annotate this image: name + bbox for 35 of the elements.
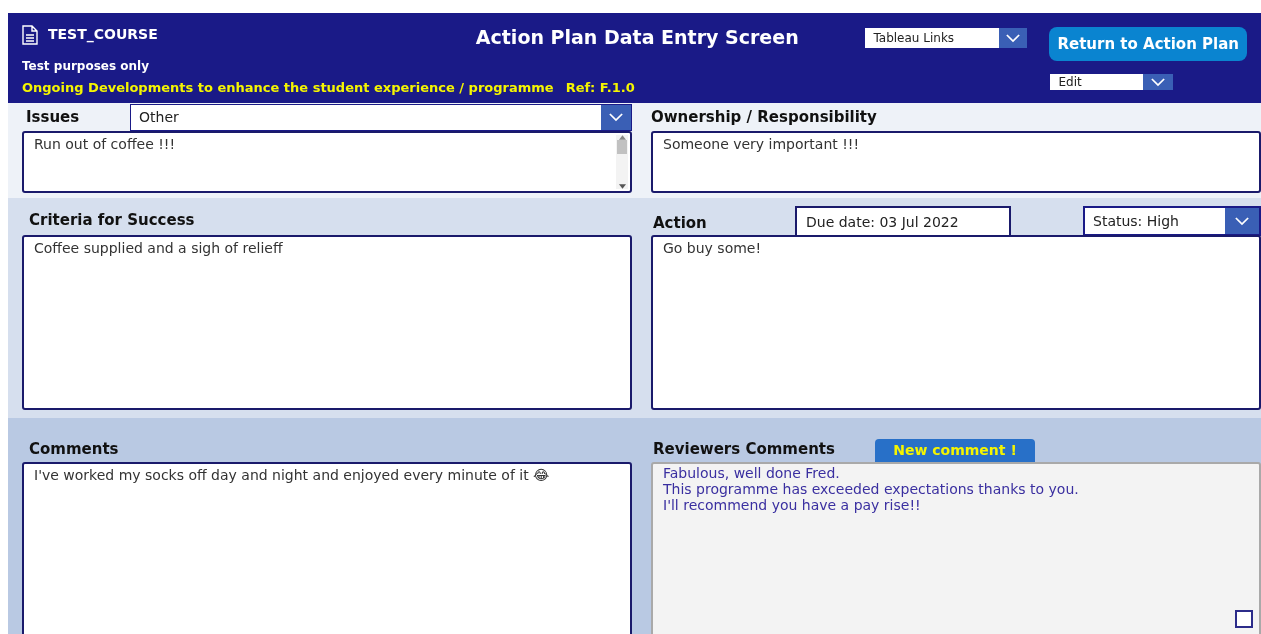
criteria-text-area[interactable]: Coffee supplied and a sigh of relieff [22, 235, 632, 410]
issues-dropdown[interactable]: Other [130, 103, 632, 131]
section-label: Reviewers Comments [652, 438, 836, 460]
section-label: Criteria for Success [29, 210, 195, 232]
issues-text-area[interactable]: Run out of coffee !!! [22, 131, 632, 193]
due-date-field[interactable]: Due date: 03 Jul 2022 [795, 206, 1011, 237]
chevron-down-icon [1235, 216, 1249, 226]
section-label: Comments [29, 438, 119, 460]
reviewer-comments-area[interactable]: Fabulous, well done Fred. This programme has exceeded expectations thanks to you. I'll recommend you have a pay rise!! [651, 462, 1261, 634]
reviewer-comment-line: Fabulous, well done Fred. [663, 465, 841, 481]
section-label: Ownership / Responsibility [651, 106, 877, 128]
chevron-down-icon [609, 112, 623, 122]
status-dropdown[interactable]: Status: High [1083, 206, 1261, 236]
subtitle: Test purposes only [22, 58, 150, 75]
reference: Ref: F.1.0 [565, 79, 635, 97]
section-label: Action [652, 213, 708, 234]
links-dropdown[interactable]: Tableau Links [864, 27, 1029, 49]
ownership-text-area[interactable]: Someone very important !!! [651, 131, 1261, 193]
chevron-down-icon [1151, 77, 1166, 87]
scrollbar[interactable] [616, 135, 628, 189]
section-label: Issues [25, 106, 81, 128]
scroll-down-icon[interactable] [618, 184, 626, 189]
mode-dropdown[interactable]: Edit [1049, 73, 1175, 91]
new-comment-badge: New comment ! [875, 439, 1035, 462]
return-button[interactable]: Return to Action Plan [1049, 27, 1247, 61]
reviewer-comment-line: I'll recommend you have a pay rise!! [663, 497, 922, 513]
screen-title: Action Plan Data Entry Screen [475, 25, 799, 50]
comments-text-area[interactable]: I've worked my socks off day and night and enjoyed every minute of it 😂 [22, 462, 632, 634]
description: Ongoing Developments to enhance the student experience / programme [22, 79, 554, 97]
reviewer-comment-line: This programme has exceeded expectations thanks to you. [663, 481, 1080, 497]
checkbox[interactable] [1235, 610, 1253, 628]
action-text-area[interactable]: Go buy some! [651, 235, 1261, 410]
document-icon [22, 24, 38, 45]
course-name: TEST_COURSE [48, 25, 158, 45]
chevron-down-icon [1006, 33, 1021, 43]
